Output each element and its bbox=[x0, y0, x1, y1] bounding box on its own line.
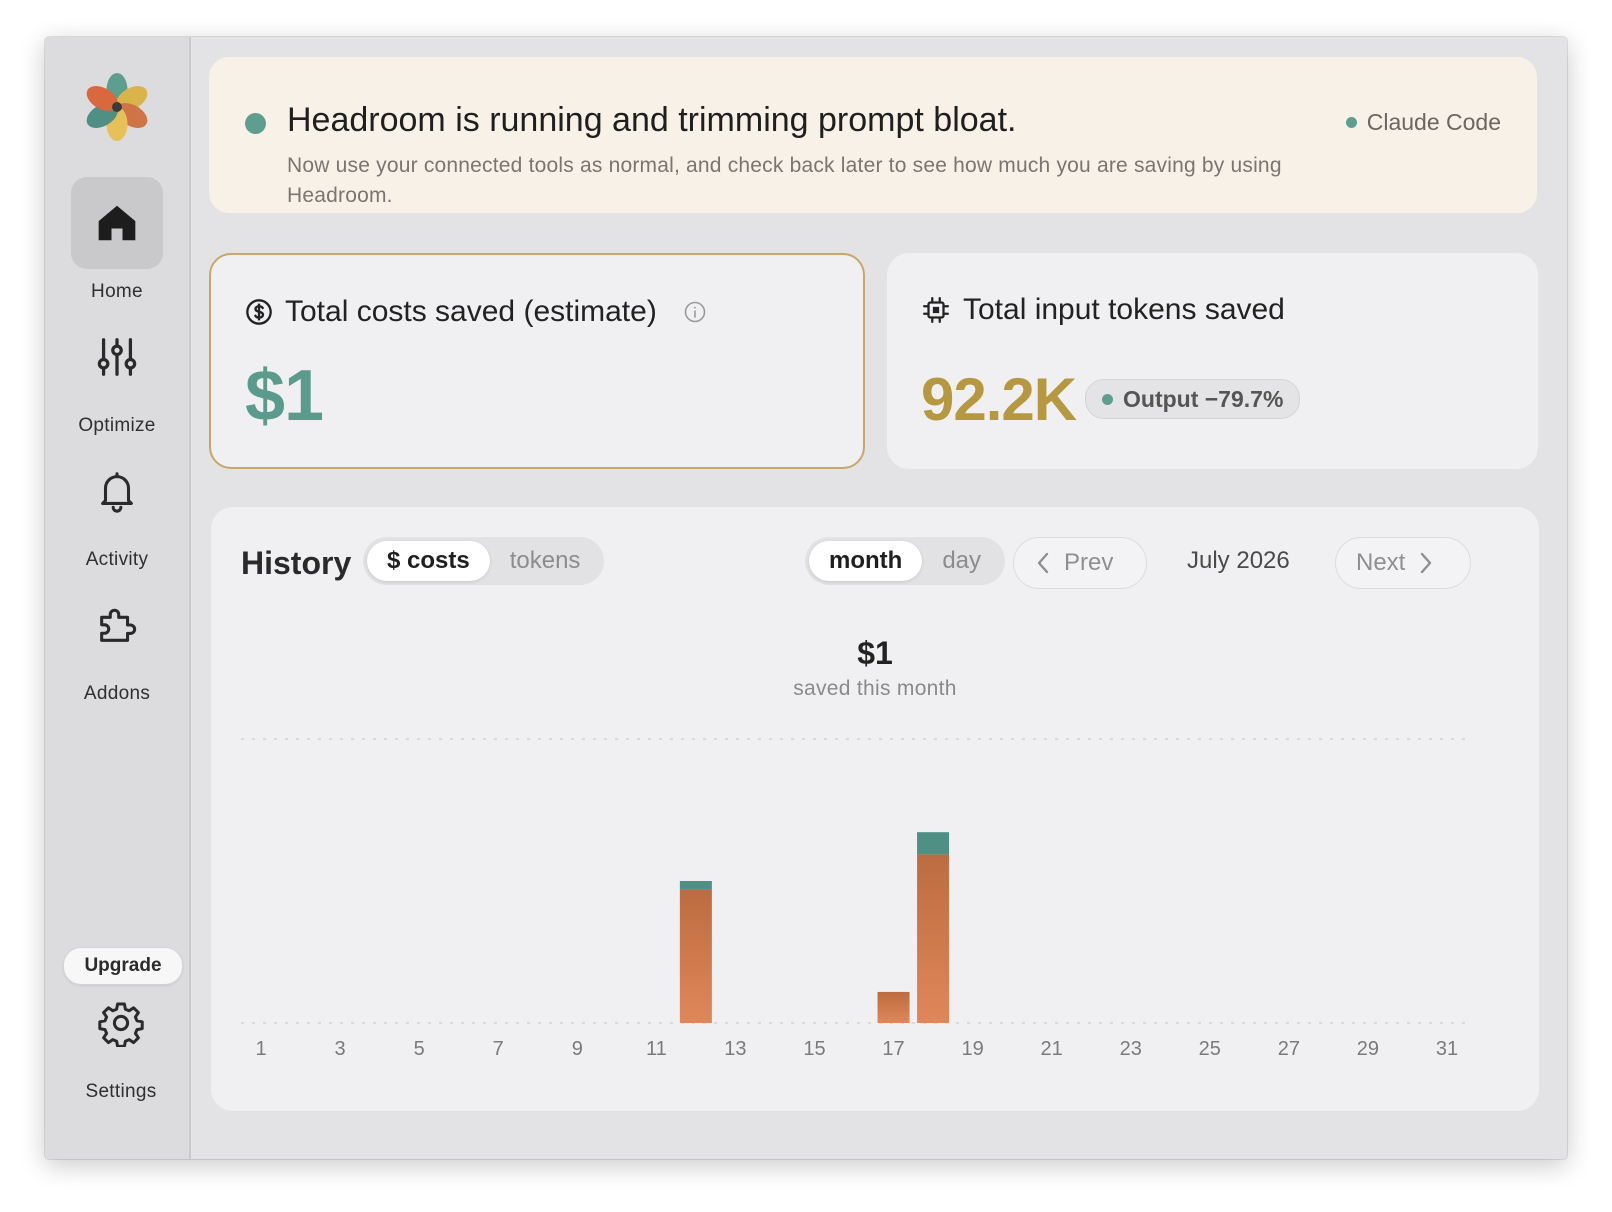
sidebar-item-settings[interactable]: Settings bbox=[49, 977, 193, 1103]
output-change-badge: Output −79.7% bbox=[1085, 379, 1301, 419]
chart-x-tick-label: 13 bbox=[724, 1038, 746, 1060]
sidebar-item-label: Home bbox=[91, 281, 143, 302]
puzzle-icon bbox=[100, 608, 137, 642]
chart-x-tick-label: 19 bbox=[961, 1038, 983, 1060]
chart-x-tick-label: 17 bbox=[882, 1038, 904, 1060]
app-logo bbox=[86, 73, 148, 141]
dollar-circle-icon bbox=[246, 299, 272, 325]
chart-bar-day-12-part-1 bbox=[679, 889, 712, 1023]
gear-icon bbox=[98, 1002, 144, 1047]
tool-status-dot bbox=[1345, 117, 1357, 128]
chart-x-tick-label: 7 bbox=[493, 1038, 504, 1060]
info-icon[interactable] bbox=[683, 300, 707, 324]
sidebar-item-home[interactable]: Home bbox=[45, 177, 189, 303]
sidebar-item-activity[interactable]: Activity bbox=[45, 445, 189, 571]
chart-x-tick-label: 27 bbox=[1278, 1038, 1300, 1060]
chart-x-tick-label: 29 bbox=[1357, 1038, 1379, 1060]
banner-subtitle: Now use your connected tools as normal, … bbox=[287, 154, 1282, 207]
chart-bar-day-18-part-2 bbox=[917, 832, 950, 855]
chart-bar-day-18-part-1 bbox=[917, 854, 950, 1023]
connected-tool-tag: Claude Code bbox=[1345, 109, 1501, 136]
chart-x-tick-label: 11 bbox=[646, 1038, 667, 1060]
tokens-saved-value: 92.2K bbox=[921, 366, 1077, 433]
sidebar-item-optimize[interactable]: Optimize bbox=[45, 311, 189, 437]
tokens-saved-card: Total input tokens saved 92.2K Output −7… bbox=[887, 253, 1538, 469]
chart-x-tick-label: 31 bbox=[1436, 1038, 1458, 1060]
sidebar-item-label: Addons bbox=[83, 683, 151, 704]
chip-icon bbox=[923, 297, 949, 323]
sliders-icon bbox=[97, 338, 137, 376]
sidebar-item-addons[interactable]: Addons bbox=[45, 579, 189, 705]
sidebar-item-label: Settings bbox=[85, 1081, 157, 1102]
chart-x-tick-label: 9 bbox=[572, 1038, 583, 1060]
home-icon bbox=[98, 205, 136, 241]
banner-title: Headroom is running and trimming prompt … bbox=[287, 101, 1017, 139]
chart-x-tick-label: 23 bbox=[1120, 1038, 1142, 1060]
output-dot bbox=[1102, 393, 1113, 405]
status-dot bbox=[245, 113, 266, 134]
tokens-card-title: Total input tokens saved bbox=[963, 293, 1285, 326]
chart-x-tick-label: 1 bbox=[255, 1038, 266, 1060]
chart-x-tick-label: 15 bbox=[803, 1038, 825, 1060]
costs-saved-card: Total costs saved (estimate) $1 bbox=[209, 253, 865, 469]
status-banner: Headroom is running and trimming prompt … bbox=[209, 57, 1537, 213]
chart-x-tick-label: 3 bbox=[335, 1038, 346, 1060]
bell-icon bbox=[101, 472, 133, 513]
chart-bar-day-12-part-2 bbox=[679, 881, 712, 890]
chart-x-tick-label: 25 bbox=[1199, 1038, 1221, 1060]
history-chart: 1 3 5 7 9 11 13 15 17 19 21 23 25 27 29 31 bbox=[241, 738, 1467, 1060]
chart-x-tick-label: 5 bbox=[414, 1038, 425, 1060]
history-panel: History $ costs tokens month day Prev Ju… bbox=[211, 507, 1539, 1111]
main-content: Headroom is running and trimming prompt … bbox=[189, 37, 1567, 1159]
sidebar: Home Optimize Activity Addons Upgrade Se… bbox=[45, 37, 191, 1159]
connected-tool-label: Claude Code bbox=[1366, 109, 1501, 135]
sidebar-item-label: Optimize bbox=[78, 415, 156, 436]
app-window: Home Optimize Activity Addons Upgrade Se… bbox=[45, 37, 1567, 1159]
sidebar-item-label: Activity bbox=[85, 549, 149, 570]
costs-card-title: Total costs saved (estimate) bbox=[285, 295, 657, 328]
output-change-label: Output −79.7% bbox=[1123, 385, 1284, 412]
chart-x-tick-label: 21 bbox=[1041, 1038, 1063, 1060]
chart-bar-day-17-part-1 bbox=[877, 991, 910, 1023]
costs-saved-value: $1 bbox=[245, 356, 324, 436]
